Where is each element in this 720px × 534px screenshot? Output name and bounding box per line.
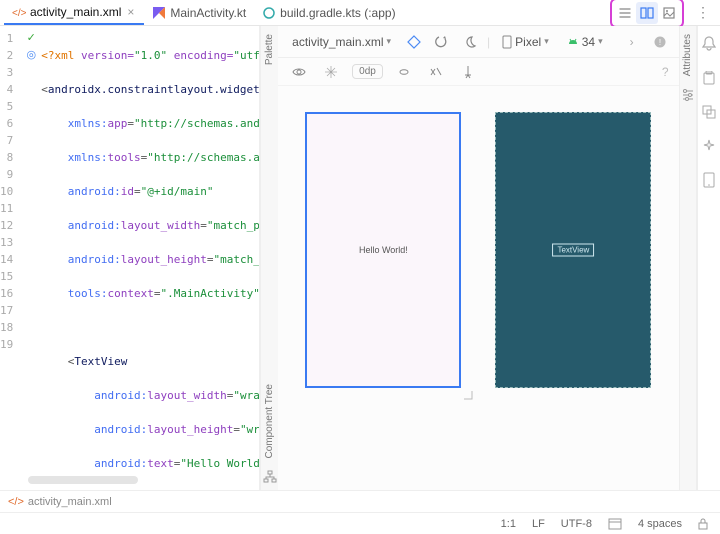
gutter-icons: ✓ ◎ — [21, 26, 41, 490]
design-preview-pane: activity_main.xml ▾ | Pixel ▾ — [278, 26, 678, 490]
file-encoding[interactable]: UTF-8 — [561, 518, 592, 530]
copy-icon[interactable] — [699, 102, 719, 122]
left-tool-rail: Palette Component Tree — [260, 26, 278, 490]
gradle-icon — [262, 6, 276, 20]
design-canvas[interactable]: Hello World! TextView — [278, 86, 678, 490]
ok-check-icon: ✓ — [27, 30, 36, 47]
main-area: 12345678910111213141516171819 ✓ ◎ <?xml … — [0, 26, 720, 490]
code-editor-pane: 12345678910111213141516171819 ✓ ◎ <?xml … — [0, 26, 260, 490]
preview-text-hello[interactable]: Hello World! — [359, 245, 408, 255]
tab-build-gradle[interactable]: build.gradle.kts (:app) — [254, 0, 403, 25]
tree-icon[interactable] — [263, 470, 277, 490]
sliders-icon[interactable] — [681, 88, 695, 102]
default-margin-selector[interactable]: 0dp — [352, 64, 383, 79]
chevron-right-icon[interactable]: › — [621, 31, 643, 53]
code-view-button[interactable] — [614, 2, 636, 24]
guidelines-icon[interactable] — [457, 61, 479, 83]
clipboard-icon[interactable] — [699, 68, 719, 88]
help-icon[interactable]: ? — [662, 65, 669, 79]
blueprint-textview-label[interactable]: TextView — [552, 244, 594, 257]
orientation-icon[interactable] — [431, 31, 453, 53]
chevron-down-icon: ▾ — [544, 36, 549, 47]
notifications-icon[interactable] — [699, 34, 719, 54]
dropdown-label: activity_main.xml — [292, 35, 383, 49]
resize-handle-icon[interactable] — [459, 386, 473, 400]
xml-icon: </> — [12, 5, 26, 19]
warnings-icon[interactable]: ! — [649, 31, 671, 53]
design-sub-toolbar: 0dp ? — [278, 58, 678, 86]
lock-icon[interactable] — [698, 518, 708, 530]
design-preview-device[interactable]: Hello World! — [305, 112, 461, 388]
attributes-rail: Attributes — [679, 26, 697, 490]
design-surface-options-icon[interactable] — [403, 31, 425, 53]
line-separator[interactable]: LF — [532, 518, 545, 530]
tab-label: activity_main.xml — [30, 5, 121, 19]
dropdown-label: Pixel — [515, 35, 541, 49]
night-mode-icon[interactable] — [459, 31, 481, 53]
autoconnect-icon[interactable] — [393, 61, 415, 83]
target-icon[interactable]: ◎ — [26, 47, 36, 64]
editor-tab-bar: </> activity_main.xml × MainActivity.kt … — [0, 0, 720, 26]
eye-icon[interactable] — [288, 61, 310, 83]
component-tree-panel-tab[interactable]: Component Tree — [264, 376, 275, 467]
code-content[interactable]: <?xml version="1.0" encoding="utf <andro… — [41, 26, 259, 490]
clear-constraints-icon[interactable] — [425, 61, 447, 83]
svg-text:</>: </> — [12, 8, 26, 19]
device-dropdown[interactable]: Pixel ▾ — [496, 33, 555, 51]
breadcrumb-file[interactable]: activity_main.xml — [28, 496, 112, 508]
layout-file-dropdown[interactable]: activity_main.xml ▾ — [286, 33, 397, 51]
close-icon[interactable]: × — [125, 5, 136, 19]
tab-activity-main[interactable]: </> activity_main.xml × — [4, 0, 144, 25]
sparkle-icon[interactable] — [699, 136, 719, 156]
indent-setting[interactable]: 4 spaces — [638, 518, 682, 530]
view-mode-selector — [610, 0, 684, 28]
dropdown-label: 34 — [582, 35, 595, 49]
chevron-down-icon: ▾ — [598, 36, 603, 47]
readonly-toggle-icon[interactable] — [608, 518, 622, 530]
breadcrumb-bar: </> activity_main.xml — [0, 490, 720, 512]
api-level-dropdown[interactable]: 34 ▾ — [561, 33, 609, 51]
chevron-down-icon: ▾ — [387, 36, 392, 47]
pan-icon[interactable] — [320, 61, 342, 83]
tab-label: MainActivity.kt — [170, 6, 246, 20]
blueprint-preview-device[interactable]: TextView — [495, 112, 651, 388]
svg-text:!: ! — [658, 38, 660, 47]
palette-panel-tab[interactable]: Palette — [264, 26, 275, 73]
kotlin-icon — [152, 6, 166, 20]
horizontal-scrollbar[interactable] — [28, 476, 138, 484]
more-options-icon[interactable]: ⋮ — [690, 4, 716, 21]
split-view-button[interactable] — [636, 2, 658, 24]
attributes-panel-tab[interactable]: Attributes — [682, 26, 693, 84]
tab-main-activity[interactable]: MainActivity.kt — [144, 0, 254, 25]
android-icon — [567, 36, 579, 48]
caret-position[interactable]: 1:1 — [501, 518, 516, 530]
right-tool-strip — [697, 26, 720, 490]
xml-icon: </> — [8, 496, 24, 508]
line-number-gutter: 12345678910111213141516171819 — [0, 26, 21, 490]
device-icon — [502, 35, 512, 49]
status-bar: 1:1 LF UTF-8 4 spaces — [0, 512, 720, 534]
design-view-button[interactable] — [658, 2, 680, 24]
tab-label: build.gradle.kts (:app) — [280, 6, 395, 20]
design-toolbar: activity_main.xml ▾ | Pixel ▾ — [278, 26, 678, 58]
device-manager-icon[interactable] — [699, 170, 719, 190]
